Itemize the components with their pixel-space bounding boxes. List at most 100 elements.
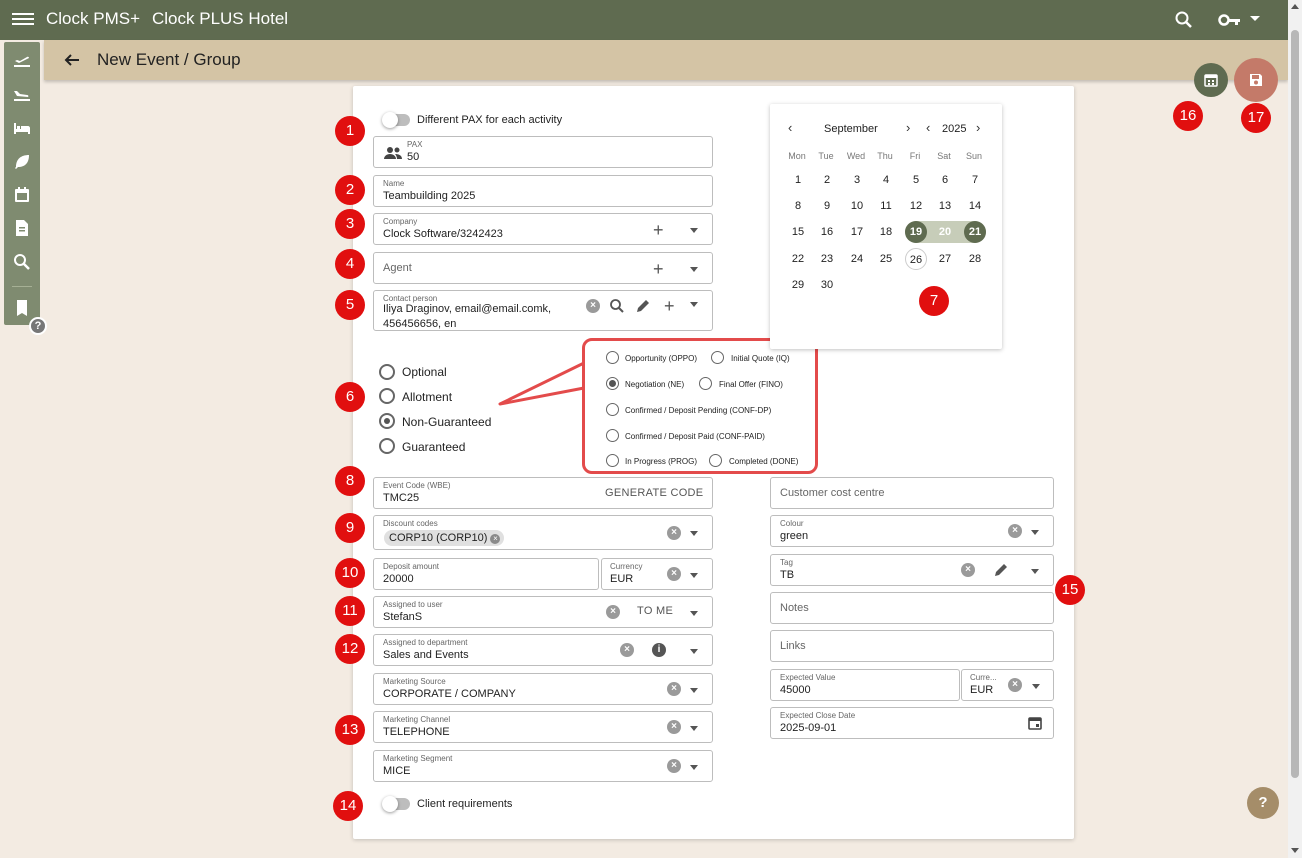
agent-dropdown-caret[interactable] (690, 267, 698, 272)
calendar-day[interactable]: 12 (905, 195, 927, 217)
clear-colour-icon[interactable]: × (1008, 524, 1022, 538)
add-agent-icon[interactable]: + (653, 260, 664, 278)
calendar-icon[interactable] (1027, 715, 1043, 731)
prev-month-button[interactable]: ‹ (788, 120, 792, 135)
colour-field[interactable]: Colour green × (770, 515, 1054, 547)
scrollbar-thumb[interactable] (1291, 30, 1299, 778)
name-field[interactable]: Name Teambuilding 2025 (373, 175, 713, 207)
tag-dropdown-caret[interactable] (1031, 569, 1039, 574)
calendar-day[interactable]: 10 (846, 195, 868, 217)
status-fino-radio[interactable] (699, 377, 712, 390)
generate-code-button[interactable]: GENERATE CODE (605, 487, 703, 499)
calendar-day[interactable]: 3 (846, 169, 868, 191)
clear-channel-icon[interactable]: × (667, 720, 681, 734)
status-iq-radio[interactable] (711, 351, 724, 364)
calendar-day[interactable]: 13 (934, 195, 956, 217)
leaf-icon[interactable] (12, 151, 32, 171)
flight-takeoff-icon[interactable] (12, 50, 32, 70)
calendar-day[interactable]: 23 (816, 248, 838, 270)
calendar-day[interactable]: 4 (875, 169, 897, 191)
calendar-day[interactable]: 18 (875, 221, 897, 243)
prev-year-button[interactable]: ‹ (926, 120, 930, 135)
clear-segment-icon[interactable]: × (667, 759, 681, 773)
clear-contact-icon[interactable]: × (586, 299, 600, 313)
save-button[interactable] (1234, 58, 1278, 102)
scroll-down-arrow[interactable] (1291, 848, 1299, 853)
marketing-segment-field[interactable]: Marketing Segment MICE × (373, 750, 713, 782)
calendar-day[interactable]: 26 (905, 247, 927, 270)
search-icon[interactable] (12, 252, 32, 272)
clear-currency-icon[interactable]: × (667, 567, 681, 581)
clear-expected-currency-icon[interactable]: × (1008, 678, 1022, 692)
next-month-button[interactable]: › (906, 120, 910, 135)
channel-dropdown-caret[interactable] (690, 726, 698, 731)
calendar-day[interactable]: 22 (787, 248, 809, 270)
contact-dropdown-caret[interactable] (690, 302, 698, 307)
calendar-fab-button[interactable] (1194, 63, 1228, 97)
segment-dropdown-caret[interactable] (690, 765, 698, 770)
document-icon[interactable] (12, 218, 32, 238)
calendar-day[interactable]: 29 (787, 274, 809, 296)
remove-chip-icon[interactable]: × (490, 534, 501, 544)
assigned-department-field[interactable]: Assigned to department Sales and Events … (373, 634, 713, 666)
arrow-back-icon[interactable] (62, 50, 82, 70)
status-conf-paid-radio[interactable] (606, 429, 619, 442)
bed-icon[interactable] (12, 118, 32, 138)
help-icon[interactable]: ? (29, 317, 47, 335)
edit-contact-icon[interactable] (635, 298, 651, 314)
next-year-button[interactable]: › (976, 120, 980, 135)
calendar-day[interactable]: 8 (787, 195, 809, 217)
calendar-day[interactable]: 6 (934, 169, 956, 191)
colour-dropdown-caret[interactable] (1031, 530, 1039, 535)
agent-field[interactable]: Agent + (373, 252, 713, 284)
discount-chip[interactable]: CORP10 (CORP10) × (384, 530, 505, 546)
info-icon[interactable]: i (652, 643, 666, 657)
clear-tag-icon[interactable]: × (961, 563, 975, 577)
calendar-day[interactable]: 25 (875, 248, 897, 270)
calendar-day[interactable]: 11 (875, 195, 897, 217)
add-contact-icon[interactable]: + (664, 297, 675, 315)
marketing-source-field[interactable]: Marketing Source CORPORATE / COMPANY × (373, 673, 713, 705)
calendar-day[interactable]: 24 (846, 248, 868, 270)
customer-cost-centre-field[interactable]: Customer cost centre (770, 477, 1054, 509)
calendar-day[interactable]: 16 (816, 221, 838, 243)
clear-user-icon[interactable]: × (606, 605, 620, 619)
calendar-day[interactable]: 15 (787, 221, 809, 243)
pax-field[interactable]: PAX 50 (373, 136, 713, 168)
assigned-user-field[interactable]: Assigned to user StefanS × TO ME (373, 596, 713, 628)
client-requirements-toggle[interactable] (382, 796, 410, 812)
department-dropdown-caret[interactable] (690, 649, 698, 654)
key-icon[interactable] (1218, 10, 1242, 30)
company-field[interactable]: Company Clock Software/3242423 + (373, 213, 713, 245)
status-ne-radio[interactable] (606, 377, 619, 390)
status-conf-dp-radio[interactable] (606, 403, 619, 416)
help-fab-button[interactable]: ? (1247, 787, 1279, 819)
calendar-day[interactable]: 2 (816, 169, 838, 191)
marketing-channel-field[interactable]: Marketing Channel TELEPHONE × (373, 711, 713, 743)
calendar-day[interactable]: 9 (816, 195, 838, 217)
edit-tag-icon[interactable] (993, 562, 1009, 578)
calendar-day[interactable]: 28 (964, 248, 986, 270)
status-done-radio[interactable] (709, 454, 722, 467)
event-code-field[interactable]: Event Code (WBE) TMC25 GENERATE CODE (373, 477, 713, 509)
calendar-day[interactable]: 27 (934, 248, 956, 270)
clear-source-icon[interactable]: × (667, 682, 681, 696)
currency-field[interactable]: Currency EUR × (601, 558, 713, 590)
radio-guaranteed[interactable] (379, 438, 395, 454)
status-prog-radio[interactable] (606, 454, 619, 467)
source-dropdown-caret[interactable] (690, 688, 698, 693)
calendar-month[interactable]: September (824, 123, 878, 135)
radio-allotment[interactable] (379, 388, 395, 404)
calendar-day[interactable]: 17 (846, 221, 868, 243)
clear-discount-icon[interactable]: × (667, 526, 681, 540)
calendar-day[interactable]: 21 (964, 221, 986, 244)
radio-non-guaranteed[interactable] (379, 413, 395, 429)
different-pax-toggle[interactable] (382, 112, 410, 128)
links-field[interactable]: Links (770, 630, 1054, 662)
calendar-year[interactable]: 2025 (942, 123, 966, 135)
expected-currency-field[interactable]: Curre... EUR × (961, 669, 1054, 701)
bookmarks-icon[interactable] (12, 298, 32, 318)
calendar-day[interactable]: 14 (964, 195, 986, 217)
expected-currency-dropdown-caret[interactable] (1032, 684, 1040, 689)
page-scrollbar[interactable] (1288, 0, 1302, 858)
